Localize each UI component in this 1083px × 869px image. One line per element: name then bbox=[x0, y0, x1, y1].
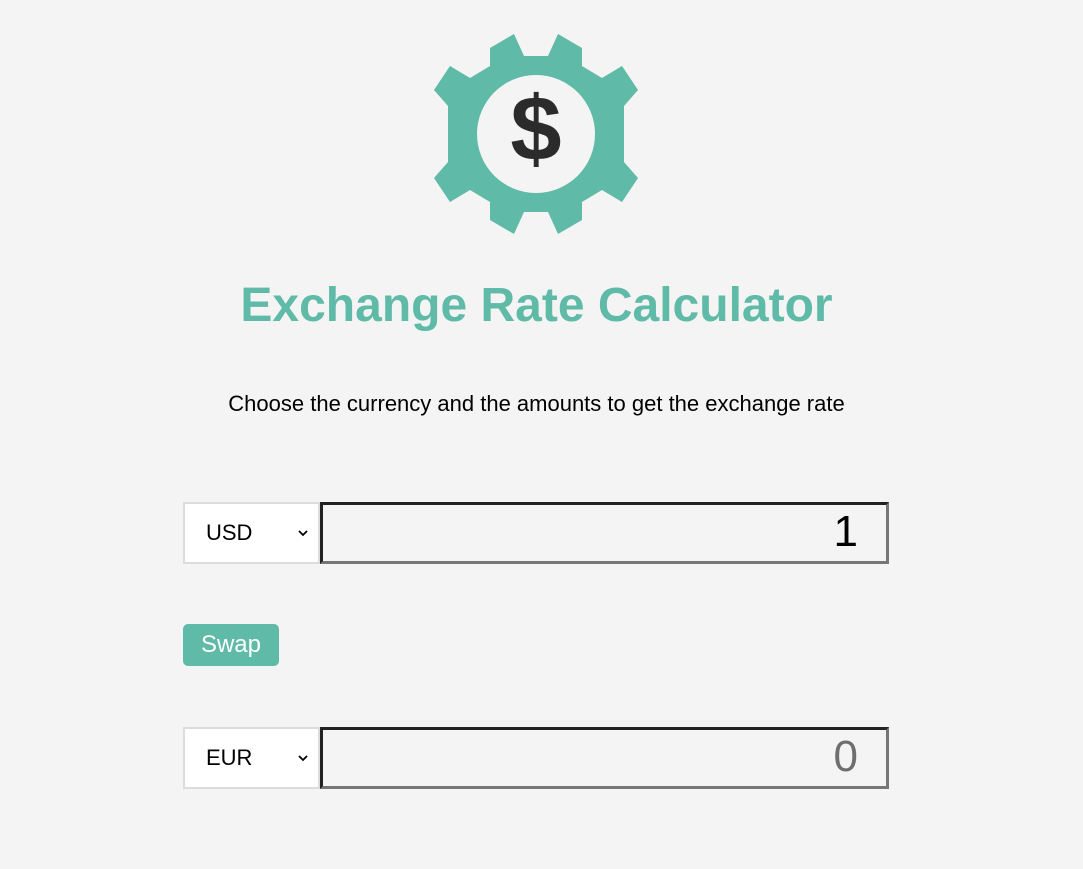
to-amount-input[interactable]: 0 bbox=[320, 727, 889, 789]
swap-button[interactable]: Swap bbox=[183, 624, 279, 666]
from-currency-row: USD 1 bbox=[183, 502, 889, 564]
from-amount-input[interactable]: 1 bbox=[320, 502, 889, 564]
to-currency-select[interactable]: EUR bbox=[183, 727, 320, 789]
to-currency-row: EUR 0 bbox=[183, 727, 889, 789]
exchange-calculator-page: $ Exchange Rate Calculator Choose the cu… bbox=[0, 0, 1083, 869]
chevron-down-icon bbox=[298, 755, 308, 762]
svg-text:$: $ bbox=[510, 78, 561, 180]
page-subtitle: Choose the currency and the amounts to g… bbox=[228, 391, 845, 416]
dollar-gear-icon: $ bbox=[434, 34, 638, 234]
from-currency-select[interactable]: USD bbox=[183, 502, 320, 564]
chevron-down-icon bbox=[298, 530, 308, 537]
page-title: Exchange Rate Calculator bbox=[240, 279, 833, 332]
to-currency-value: EUR bbox=[206, 745, 253, 770]
from-currency-value: USD bbox=[206, 520, 253, 545]
